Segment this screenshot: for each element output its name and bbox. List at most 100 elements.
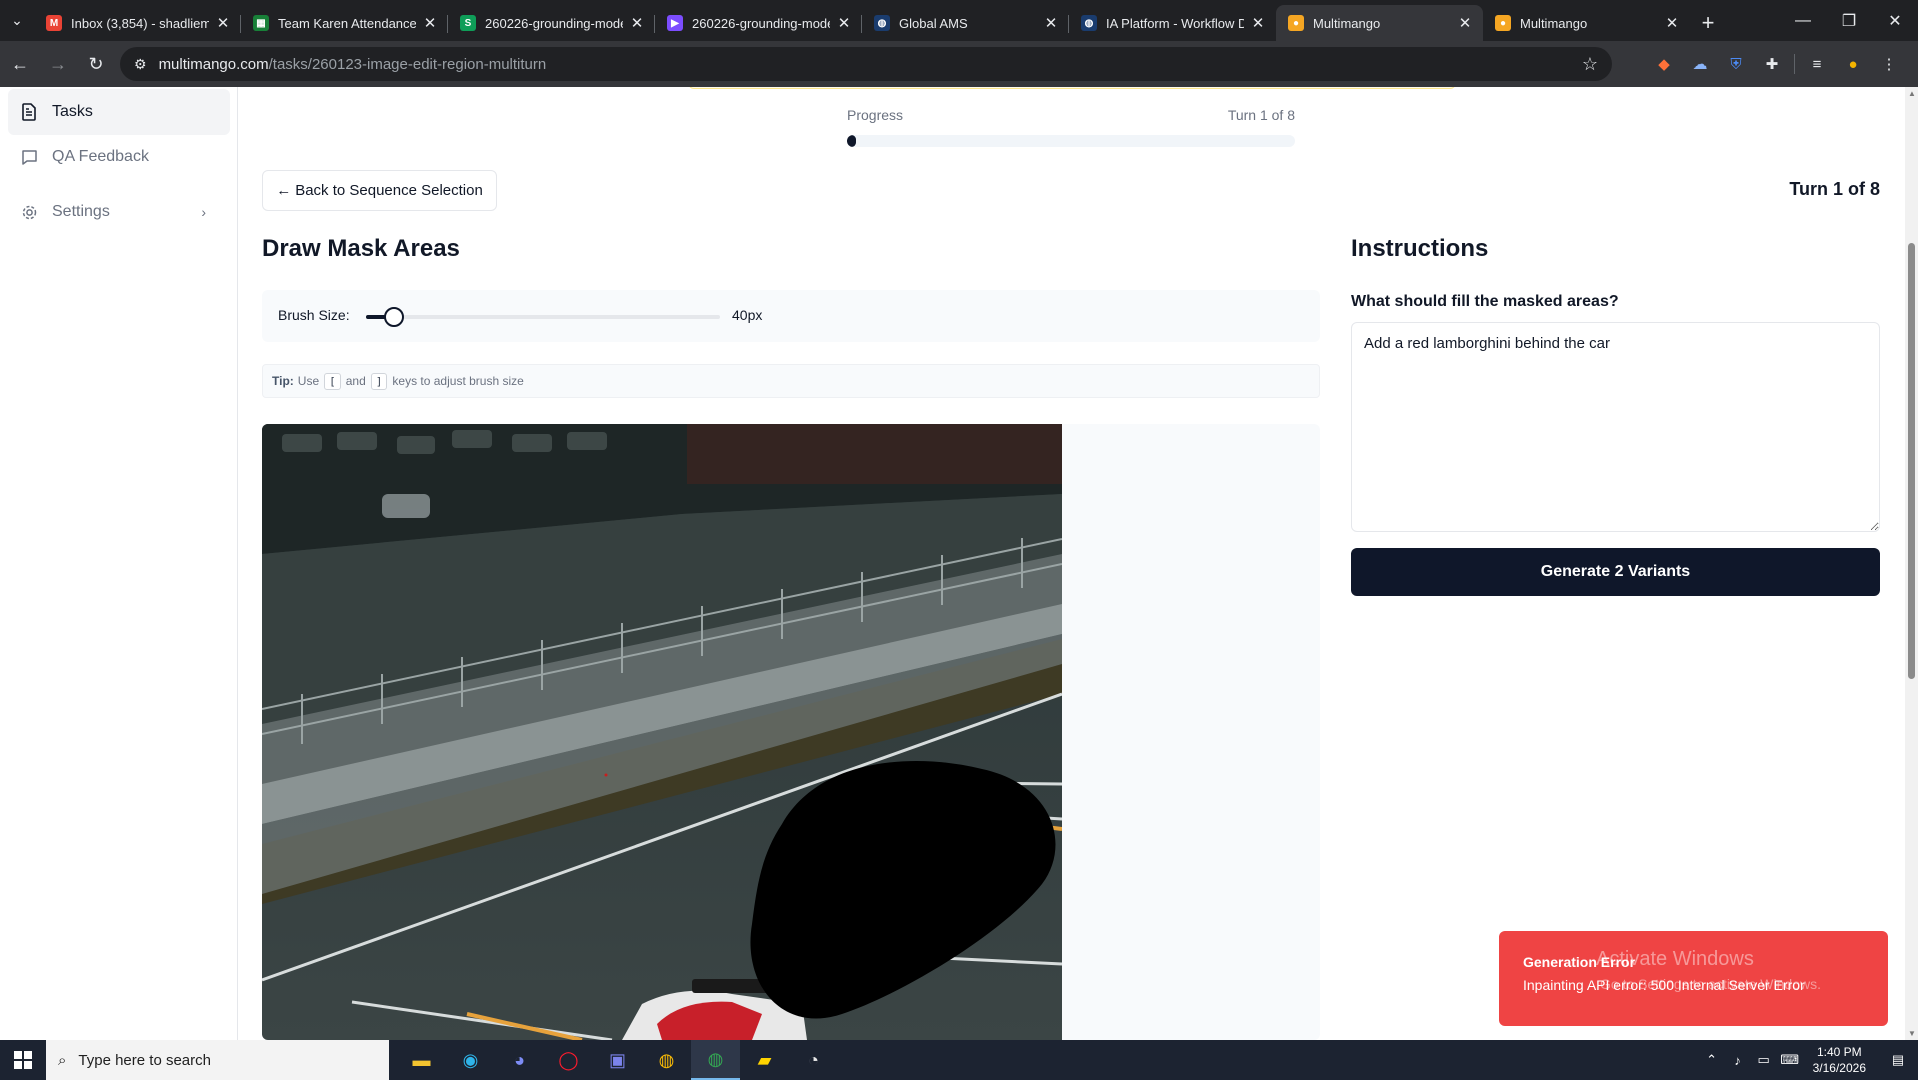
notification-center-icon[interactable]: ▤: [1878, 1040, 1918, 1080]
back-to-sequence-button[interactable]: ← Back to Sequence Selection: [262, 170, 497, 211]
message-icon: [20, 148, 38, 166]
back-button-label: Back to Sequence Selection: [295, 182, 483, 199]
restore-icon[interactable]: ❐: [1826, 0, 1872, 41]
edge-icon[interactable]: ◉: [446, 1040, 495, 1080]
document-icon: [20, 103, 38, 121]
tab-close-icon[interactable]: ✕: [629, 14, 645, 32]
network-icon[interactable]: ▭: [1753, 1052, 1775, 1068]
url-host: multimango.com: [158, 55, 269, 73]
tab-close-icon[interactable]: ✕: [1457, 14, 1473, 32]
keyboard-tip: Tip: Use [ and ] keys to adjust brush si…: [262, 364, 1320, 398]
chrome-icon[interactable]: ◍: [642, 1040, 691, 1080]
sticky-notes-icon[interactable]: ▰: [740, 1040, 789, 1080]
generate-variants-button[interactable]: Generate 2 Variants: [1351, 548, 1880, 596]
tab-close-icon[interactable]: ✕: [836, 14, 852, 32]
browser-tab[interactable]: ● Multimango ✕: [1276, 5, 1483, 41]
tab-title: Team Karen Attendance.xl: [278, 15, 416, 31]
page-scrollbar[interactable]: ▲ ▼: [1905, 87, 1918, 1040]
gear-icon: [20, 203, 38, 221]
reload-icon[interactable]: ↻: [78, 46, 114, 82]
profile-avatar-icon[interactable]: ●: [1835, 56, 1871, 73]
windows-taskbar: ⌕ Type here to search ▬ ◉ ◕ ◯ ▣ ◍ ◍ ▰ ◔ …: [0, 1040, 1918, 1080]
windows-start-icon[interactable]: [0, 1040, 46, 1080]
tab-favicon-icon: ●: [1495, 15, 1511, 31]
tab-favicon-icon: ◍: [874, 15, 890, 31]
keyboard-icon[interactable]: ⌨: [1779, 1052, 1801, 1068]
notice-banner-edge: [688, 87, 1456, 89]
tab-title: Multimango: [1520, 15, 1588, 31]
minimize-icon[interactable]: —: [1780, 0, 1826, 41]
extension-shield-icon[interactable]: ⛨: [1718, 56, 1754, 73]
browser-tab[interactable]: S 260226-grounding-mode ✕: [448, 5, 655, 41]
new-tab-button[interactable]: +: [1690, 5, 1726, 41]
chevron-right-icon: ›: [201, 204, 206, 220]
mask-panel-title: Draw Mask Areas: [262, 235, 460, 262]
tab-close-icon[interactable]: ✕: [422, 14, 438, 32]
sidebar-item-settings[interactable]: Settings ›: [8, 189, 230, 235]
tab-close-icon[interactable]: ✕: [215, 14, 231, 32]
browser-tab[interactable]: ● Multimango ✕: [1483, 5, 1690, 41]
extensions-area: ◆ ☁ ⛨ ✚ ≡ ● ⋮: [1646, 41, 1907, 87]
brush-slider-thumb[interactable]: [384, 307, 405, 327]
sidebar-item-qa-feedback[interactable]: QA Feedback: [8, 134, 230, 180]
clock-app-icon[interactable]: ◔: [789, 1040, 838, 1080]
tab-favicon-icon: ▦: [253, 15, 269, 31]
url-path: /tasks/260123-image-edit-region-multitur…: [268, 55, 547, 73]
scroll-down-icon[interactable]: ▼: [1908, 1029, 1916, 1038]
browser-tab[interactable]: ▶ 260226-grounding-mode ✕: [655, 5, 862, 41]
file-explorer-icon[interactable]: ▬: [397, 1040, 446, 1080]
scroll-up-icon[interactable]: ▲: [1908, 89, 1916, 98]
sidebar: Tasks QA Feedback Settings ›: [0, 87, 238, 1040]
tab-search-button[interactable]: ⌄: [0, 0, 34, 41]
tab-close-icon[interactable]: ✕: [1043, 14, 1059, 32]
tab-close-icon[interactable]: ✕: [1664, 14, 1680, 32]
tab-favicon-icon: ◍: [1081, 15, 1097, 31]
tip-label: Tip:: [272, 374, 294, 388]
sidebar-item-label: Tasks: [52, 103, 93, 120]
browser-tab[interactable]: ◍ IA Platform - Workflow D ✕: [1069, 5, 1276, 41]
mask-fill-prompt-input[interactable]: [1351, 322, 1880, 532]
chrome-active-icon[interactable]: ◍: [691, 1040, 740, 1080]
arrow-left-icon: ←: [276, 182, 292, 199]
browser-toolbar: ← → ↻ ⚙ multimango.com/tasks/260123-imag…: [0, 41, 1918, 87]
progress-bar: [847, 135, 1295, 147]
taskbar-search-box[interactable]: ⌕ Type here to search: [46, 1040, 389, 1080]
tab-favicon-icon: M: [46, 15, 62, 31]
browser-tab-strip: ⌄ M Inbox (3,854) - shadliema ✕ ▦ Team Karen…: [0, 0, 1918, 41]
extension-cloud-icon[interactable]: ☁: [1682, 55, 1718, 73]
back-nav-icon[interactable]: ←: [2, 46, 38, 82]
tab-title: 260226-grounding-mode: [485, 15, 623, 31]
browser-tab[interactable]: ▦ Team Karen Attendance.xl ✕: [241, 5, 448, 41]
address-bar[interactable]: ⚙ multimango.com/tasks/260123-image-edit…: [120, 47, 1612, 81]
browser-menu-icon[interactable]: ⋮: [1871, 55, 1907, 73]
image-canvas[interactable]: [262, 424, 1062, 1040]
teams-icon[interactable]: ▣: [593, 1040, 642, 1080]
opera-icon[interactable]: ◯: [544, 1040, 593, 1080]
window-controls: — ❐ ✕: [1780, 0, 1918, 41]
site-info-icon[interactable]: ⚙: [134, 56, 147, 73]
tab-close-icon[interactable]: ✕: [1250, 14, 1266, 32]
browser-tab[interactable]: M Inbox (3,854) - shadliema ✕: [34, 5, 241, 41]
taskbar-clock[interactable]: 1:40 PM 3/16/2026: [1813, 1044, 1866, 1076]
media-controls-icon[interactable]: ≡: [1799, 56, 1835, 73]
bookmark-star-icon[interactable]: ☆: [1582, 54, 1598, 75]
activate-windows-subtext: Go to Settings to activate Windows.: [1600, 976, 1821, 992]
forward-nav-icon[interactable]: →: [40, 46, 76, 82]
brush-size-panel: Brush Size: 40px: [262, 290, 1320, 342]
extension-fox-icon[interactable]: ◆: [1646, 55, 1682, 73]
scrollbar-thumb[interactable]: [1908, 243, 1915, 679]
search-icon: ⌕: [58, 1051, 67, 1069]
clock-time: 1:40 PM: [1816, 1045, 1862, 1059]
taskbar-search-placeholder: Type here to search: [78, 1051, 211, 1069]
sidebar-item-tasks[interactable]: Tasks: [8, 89, 230, 135]
tray-chevron-up-icon[interactable]: ⌃: [1701, 1052, 1723, 1068]
page-content: Tasks QA Feedback Settings › Progress Tu…: [0, 87, 1918, 1040]
instructions-title: Instructions: [1351, 235, 1489, 262]
progress-turn-text: Turn 1 of 8: [1227, 107, 1295, 123]
discord-icon[interactable]: ◕: [495, 1040, 544, 1080]
volume-icon[interactable]: ♪: [1727, 1053, 1749, 1068]
extensions-puzzle-icon[interactable]: ✚: [1754, 55, 1790, 73]
close-window-icon[interactable]: ✕: [1872, 0, 1918, 41]
browser-tab[interactable]: ◍ Global AMS ✕: [862, 5, 1069, 41]
brush-size-slider[interactable]: [366, 307, 720, 327]
